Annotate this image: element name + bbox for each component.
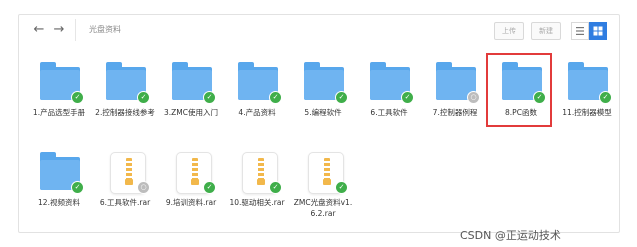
item-label: 2.控制器接线参考	[95, 108, 155, 117]
folder-icon: ○	[436, 62, 480, 104]
item-label: 5.编程软件	[304, 108, 342, 117]
folder-icon: ✓	[40, 62, 84, 104]
toolbar-divider	[75, 19, 76, 41]
breadcrumb[interactable]: 光盘资料	[89, 24, 121, 35]
item-label: 12.视频资料	[38, 198, 80, 207]
sync-check-icon: ✓	[137, 91, 150, 104]
sync-check-icon: ✓	[269, 181, 282, 194]
folder-icon: ✓	[238, 62, 282, 104]
folder-icon: ✓	[172, 62, 216, 104]
archive-file-icon: ✓	[172, 152, 216, 194]
toolbar: ← → 光盘资料 上传 新建	[19, 15, 619, 45]
sync-check-icon: ✓	[599, 91, 612, 104]
sync-check-icon: ✓	[335, 181, 348, 194]
sync-check-icon: ✓	[71, 91, 84, 104]
sync-check-icon: ✓	[203, 181, 216, 194]
item-label: 7.控制器例程	[432, 108, 478, 117]
folder-icon: ✓	[568, 62, 612, 104]
item-label: 9.培训资料.rar	[165, 198, 217, 207]
sync-check-icon: ✓	[401, 91, 414, 104]
new-button[interactable]: 新建	[531, 22, 561, 40]
folder-icon: ✓	[370, 62, 414, 104]
sync-check-icon: ✓	[71, 181, 84, 194]
archive-file-icon: ○	[106, 152, 150, 194]
item-label: 10.驱动相关.rar	[229, 198, 285, 207]
arrow-right-icon[interactable]: →	[51, 22, 67, 38]
selection-highlight	[486, 53, 552, 127]
sync-check-icon: ✓	[269, 91, 282, 104]
archive-file-icon: ✓	[304, 152, 348, 194]
folder-icon: ✓	[304, 62, 348, 104]
sync-check-icon: ✓	[203, 91, 216, 104]
syncing-icon: ○	[467, 91, 480, 104]
upload-button[interactable]: 上传	[494, 22, 524, 40]
item-label: 6.工具软件.rar	[99, 198, 151, 207]
item-label: 1.产品选型手册	[32, 108, 86, 117]
item-label: 11.控制器模型	[562, 108, 612, 117]
grid-view-icon[interactable]	[589, 22, 607, 40]
sync-check-icon: ✓	[335, 91, 348, 104]
item-label: ZMC光盘资料v1.6.2.rar	[293, 198, 353, 218]
list-view-icon[interactable]	[571, 22, 589, 40]
syncing-icon: ○	[137, 181, 150, 194]
folder-icon: ✓	[106, 62, 150, 104]
watermark: CSDN @正运动技术	[460, 229, 561, 242]
archive-file-icon: ✓	[238, 152, 282, 194]
item-label: 6.工具软件	[370, 108, 408, 117]
item-label: 3.ZMC使用入门	[163, 108, 218, 117]
folder-icon: ✓	[40, 152, 84, 194]
item-label: 4.产品资料	[238, 108, 276, 117]
arrow-left-icon[interactable]: ←	[31, 22, 47, 38]
